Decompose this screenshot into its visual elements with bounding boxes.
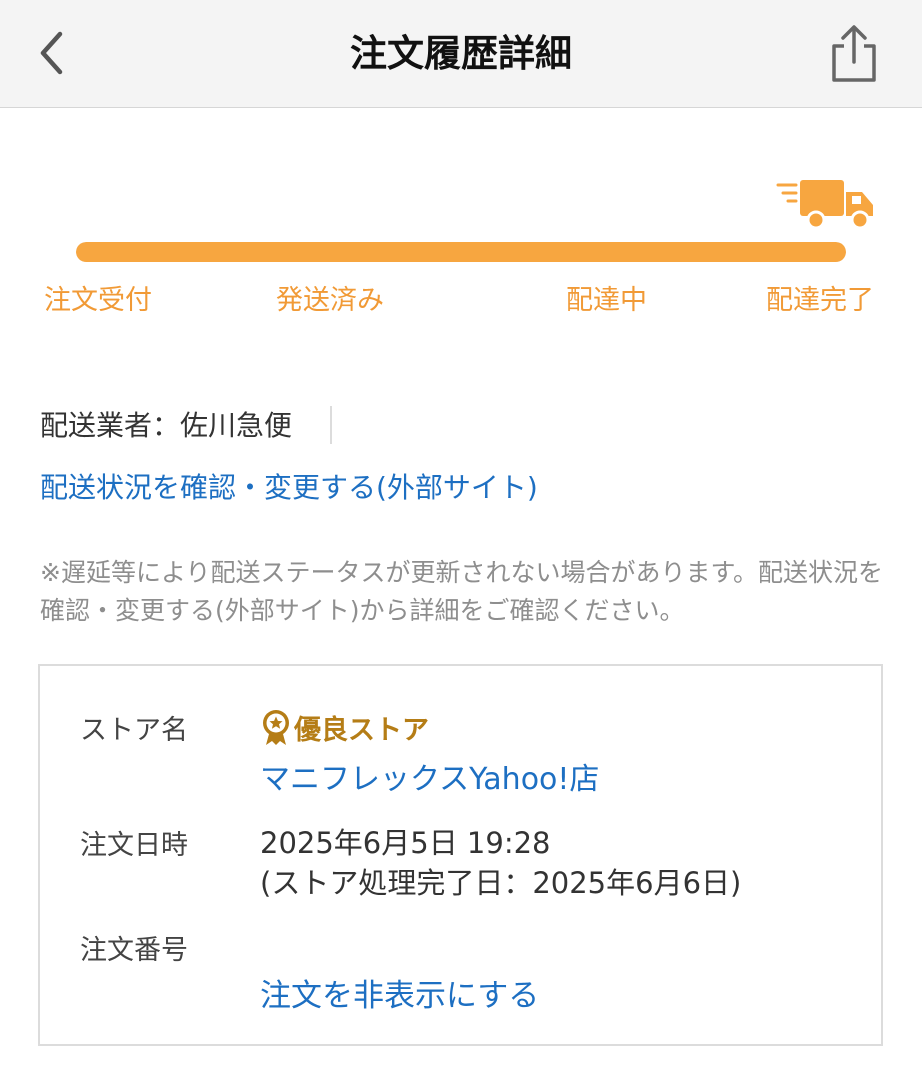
store-process-date: (ストア処理完了日：2025年6月6日) bbox=[260, 866, 742, 900]
truck-icon bbox=[776, 180, 873, 230]
step-delivered: 配達完了 bbox=[766, 285, 874, 316]
store-name-link[interactable]: マニフレックスYahoo!店 bbox=[260, 754, 599, 798]
carrier-divider bbox=[330, 406, 332, 444]
ribbon-badge-icon bbox=[263, 710, 289, 745]
order-details-card: ストア名 優良ストア マニフレックスYahoo!店 注文日時 2025年6月5日… bbox=[38, 664, 883, 1046]
share-icon bbox=[832, 25, 876, 82]
step-order-received: 注文受付 bbox=[44, 285, 152, 316]
delivery-progress-fill bbox=[76, 242, 846, 262]
step-in-delivery: 配達中 bbox=[566, 285, 647, 316]
badge-label: 優良ストア bbox=[294, 714, 429, 746]
excellent-store-badge: 優良ストア bbox=[260, 708, 429, 746]
carrier-info: 配送業者：佐川急便 bbox=[40, 409, 293, 442]
delay-notice: ※遅延等により配送ステータスが更新されない場合があります。配送状況を確認・変更す… bbox=[40, 558, 883, 625]
hide-order-link[interactable]: 注文を非表示にする bbox=[260, 970, 539, 1015]
delivery-progress-bar bbox=[76, 242, 846, 262]
order-date-value: 2025年6月5日 19:28 bbox=[260, 826, 551, 860]
page-title: 注文履歴詳細 bbox=[350, 32, 572, 75]
order-date-label: 注文日時 bbox=[80, 830, 188, 861]
store-name-label: ストア名 bbox=[80, 715, 188, 746]
delivery-status-link[interactable]: 配送状況を確認・変更する(外部サイト) bbox=[40, 466, 538, 506]
step-shipped: 発送済み bbox=[276, 285, 384, 316]
share-button[interactable] bbox=[824, 22, 884, 84]
order-number-label: 注文番号 bbox=[80, 935, 188, 966]
navigation-bar: 注文履歴詳細 bbox=[0, 0, 922, 108]
